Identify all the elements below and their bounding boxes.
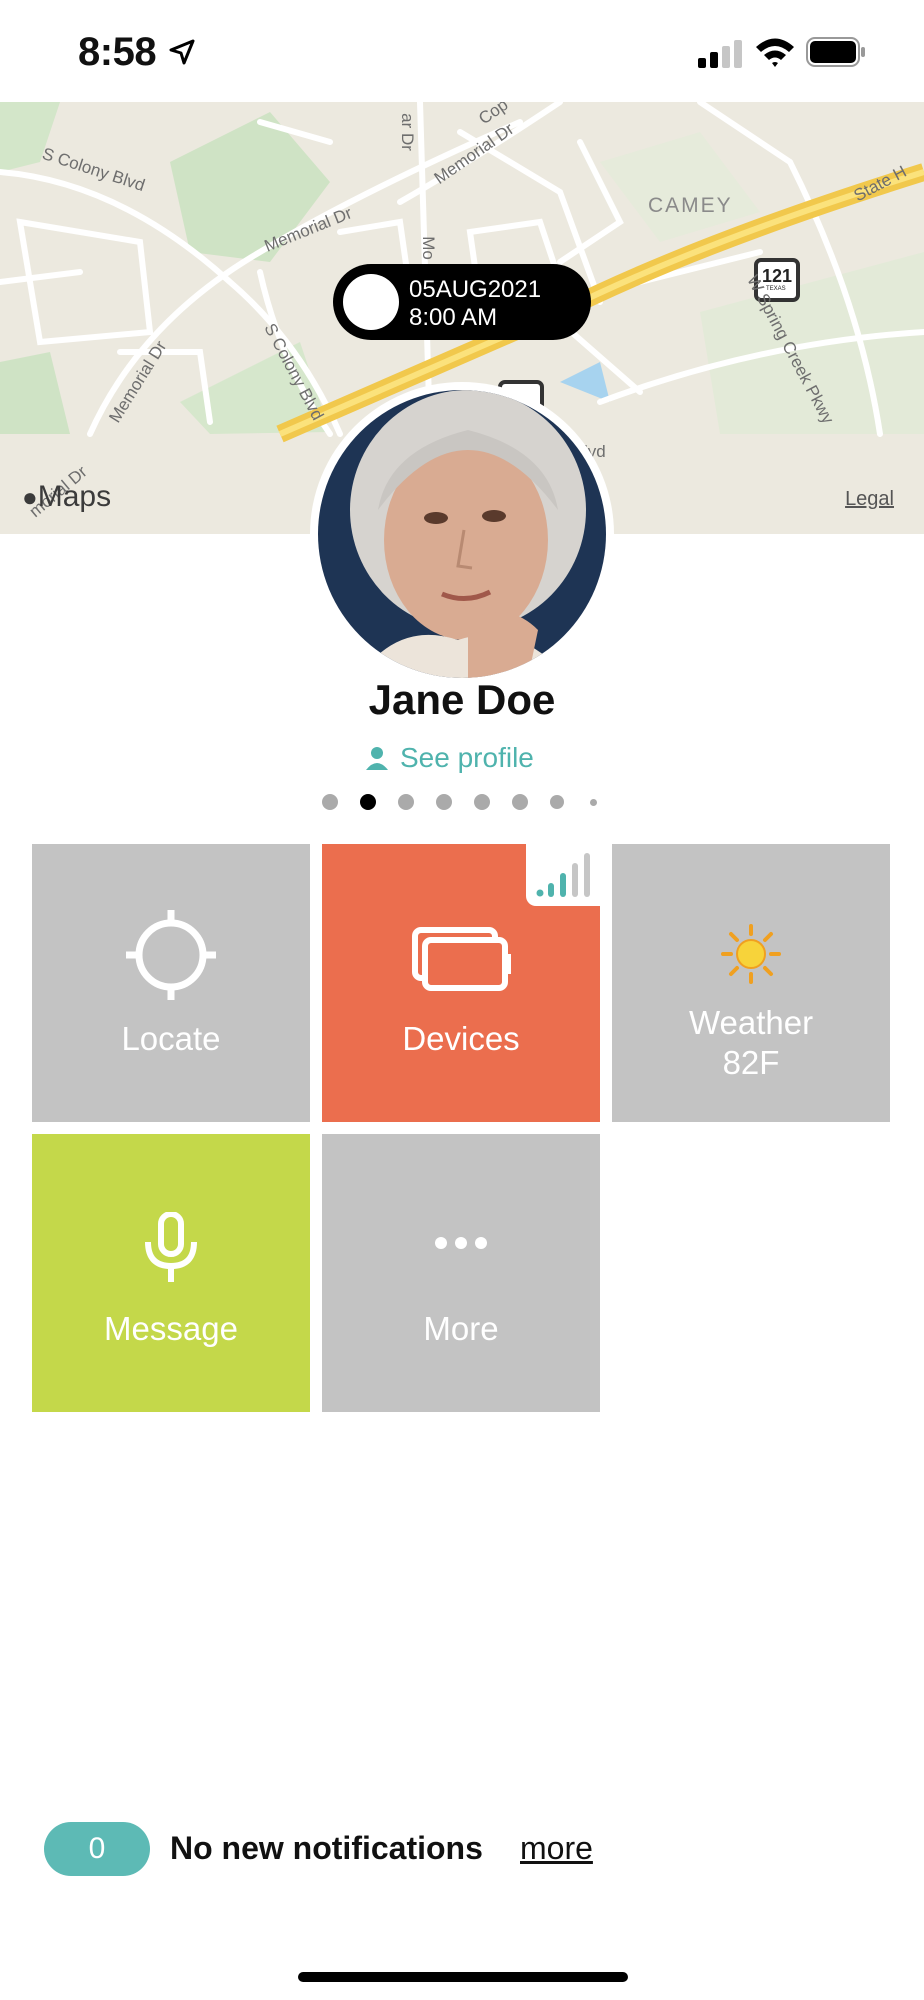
message-label: Message xyxy=(104,1310,238,1347)
page-dot[interactable] xyxy=(550,795,564,809)
see-profile-label: See profile xyxy=(400,742,534,773)
apple-maps-logo: ●Maps xyxy=(22,480,112,513)
map-shield-121: 121 xyxy=(762,266,793,286)
page-dot[interactable] xyxy=(322,794,338,810)
more-label: More xyxy=(423,1310,499,1347)
crosshair-icon xyxy=(126,910,216,1000)
battery-icon xyxy=(806,37,865,67)
status-bar: 8:58 xyxy=(0,0,924,102)
weather-label: Weather xyxy=(688,1004,814,1041)
page-dot[interactable] xyxy=(590,799,597,806)
devices-label: Devices xyxy=(402,1020,520,1057)
devices-tile[interactable]: Devices xyxy=(322,844,600,1122)
page-dot[interactable] xyxy=(474,794,490,810)
sun-icon xyxy=(721,924,781,984)
map-label-camey: CAMEY xyxy=(648,194,733,217)
device-signal-badge xyxy=(526,844,600,906)
apple-logo-icon: ● xyxy=(22,482,38,512)
cellular-signal-icon xyxy=(698,40,742,68)
map-label-mo: Mo xyxy=(418,236,438,260)
page-dot[interactable] xyxy=(436,794,452,810)
page-dot[interactable] xyxy=(398,794,414,810)
page-dot[interactable] xyxy=(512,794,528,810)
location-dot-icon xyxy=(343,274,399,330)
home-indicator[interactable] xyxy=(298,1972,628,1982)
notification-text: No new notifications xyxy=(170,1830,483,1866)
map-shield-121-sub: TEXAS xyxy=(766,286,786,292)
person-icon xyxy=(366,747,388,770)
weather-tile[interactable]: Weather 82F xyxy=(612,844,890,1122)
page-indicator[interactable] xyxy=(318,794,608,814)
see-profile-link[interactable]: See profile xyxy=(366,738,534,778)
notifications-more-link[interactable]: more xyxy=(520,1830,593,1867)
location-arrow-icon xyxy=(169,39,195,65)
date-label: 05AUG2021 xyxy=(409,276,542,303)
locate-tile[interactable]: Locate xyxy=(32,844,310,1122)
weather-temperature: 82F xyxy=(722,1044,780,1081)
wifi-icon xyxy=(756,38,794,67)
more-tile[interactable]: More xyxy=(322,1134,600,1412)
legal-link[interactable]: Legal xyxy=(845,488,894,511)
avatar[interactable] xyxy=(310,382,614,686)
notification-count-badge[interactable]: 0 xyxy=(44,1822,150,1876)
profile-name: Jane Doe xyxy=(368,676,556,723)
microphone-icon xyxy=(145,1212,197,1282)
avatar-photo xyxy=(318,390,606,678)
status-time: 8:58 xyxy=(78,30,157,74)
date-time-pill[interactable]: 05AUG2021 8:00 AM xyxy=(333,264,591,340)
time-label: 8:00 AM xyxy=(409,304,498,331)
locate-label: Locate xyxy=(121,1020,221,1057)
devices-icon xyxy=(412,927,511,991)
page-dot-active[interactable] xyxy=(360,794,376,810)
signal-strength-icon xyxy=(536,853,590,897)
ellipsis-icon xyxy=(435,1237,487,1249)
message-tile[interactable]: Message xyxy=(32,1134,310,1412)
map-label-ar-dr: ar Dr xyxy=(397,113,417,151)
